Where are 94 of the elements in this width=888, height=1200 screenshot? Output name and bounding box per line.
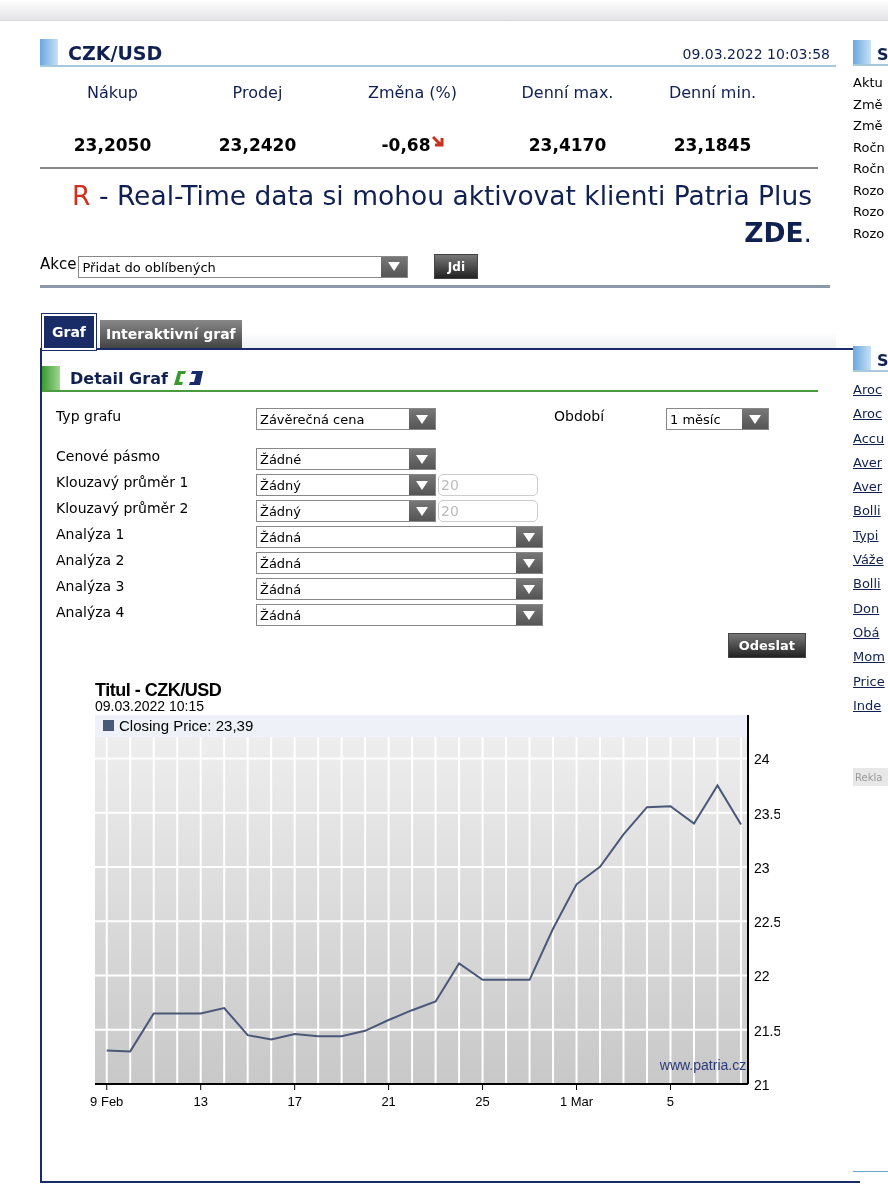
dropdown-arrow-icon	[749, 414, 761, 424]
side-row-label: Rozo	[853, 181, 886, 200]
section-marker	[853, 346, 871, 370]
dropdown-arrow-icon	[416, 454, 428, 464]
dropdown[interactable]: Žádná	[256, 604, 543, 626]
field-label: Analýza 1	[56, 526, 126, 542]
side-link[interactable]: Aver	[853, 450, 888, 476]
timestamp: 09.03.2022 10:03:58	[682, 46, 830, 62]
side-link[interactable]: Obá	[853, 620, 888, 646]
y-tick-label: 23	[754, 859, 770, 876]
dropdown[interactable]: Žádná	[256, 552, 543, 574]
realtime-notice: R - Real-Time data si mohou aktivovat klienti Patria Plus ZDE.	[71, 179, 812, 250]
chart-title: Titul - CZK/USD	[95, 680, 222, 700]
chart-logo-icon	[173, 370, 204, 386]
dropdown-arrow-icon	[523, 558, 535, 568]
chart-credit: www.patria.cz	[659, 1057, 747, 1073]
dropdown[interactable]: Závěrečná cena	[256, 408, 436, 430]
currency-pair-title: CZK/USD	[68, 42, 164, 64]
side-link[interactable]: Bolli	[853, 499, 888, 524]
tab[interactable]: Interaktivní graf	[99, 320, 242, 348]
side-link[interactable]: Typi	[853, 523, 888, 549]
section-marker	[42, 366, 60, 390]
y-tick-label: 22.5	[754, 914, 780, 931]
side-row-label: Změ	[853, 95, 884, 114]
field-label: Typ grafu	[56, 408, 123, 424]
side-link[interactable]: Mom	[853, 645, 888, 670]
field-label: Období	[554, 408, 606, 424]
dropdown[interactable]: Žádné	[256, 448, 436, 470]
x-tick-label: 9 Feb	[90, 1094, 124, 1109]
x-tick-label: 5	[666, 1094, 675, 1109]
x-tick-label: 13	[193, 1094, 208, 1109]
side-row-label: Aktu	[853, 74, 884, 92]
dropdown-arrow-icon	[416, 414, 428, 424]
side-link[interactable]: Don	[853, 596, 888, 621]
dropdown-arrow-icon	[523, 584, 535, 594]
rate-value: 23,2050	[73, 135, 152, 155]
dropdown-arrow-icon	[523, 610, 535, 620]
side-link[interactable]: Inde	[853, 693, 888, 719]
rate-value: 23,2420	[218, 135, 297, 155]
column-header: Denní min.	[667, 82, 758, 104]
submit-button[interactable]: Odeslat	[727, 633, 806, 658]
side-title: S	[877, 351, 888, 370]
dropdown-arrow-icon	[388, 262, 401, 271]
side-link[interactable]: Aver	[853, 475, 888, 500]
y-tick-label: 23.5	[754, 805, 780, 822]
column-header: Nákup	[86, 82, 139, 104]
x-tick-label: 25	[475, 1094, 490, 1109]
side-link[interactable]: Price	[853, 669, 888, 694]
section-marker	[853, 40, 871, 64]
chart-timestamp: 09.03.2022 10:15	[95, 698, 204, 714]
side-link[interactable]: Aroc	[853, 378, 888, 403]
side-row-label: Rozo	[853, 224, 886, 243]
here-link[interactable]: ZDE	[744, 217, 804, 248]
side-row-label: Ročn	[853, 160, 886, 178]
side-link[interactable]: Bolli	[853, 572, 888, 597]
dropdown[interactable]: Žádná	[256, 578, 543, 600]
dropdown[interactable]: 1 měsíc	[666, 408, 769, 430]
go-button[interactable]: Jdi	[434, 254, 479, 279]
field-label: Analýza 2	[56, 552, 126, 568]
x-tick-label: 1 Mar	[559, 1094, 594, 1109]
side-link[interactable]: Váže	[853, 548, 888, 573]
field-label: Klouzavý průměr 1	[56, 474, 190, 490]
rate-value: 23,4170	[528, 135, 607, 155]
action-select[interactable]: Přidat do oblíbených	[78, 255, 409, 278]
y-tick-label: 22	[754, 968, 770, 985]
field-label: Analýza 3	[56, 578, 126, 594]
field-label: Cenové pásmo	[56, 448, 162, 464]
x-tick-label: 17	[287, 1094, 302, 1109]
side-link[interactable]: Accu	[853, 426, 888, 451]
column-header: Prodej	[231, 82, 284, 104]
panel-title: Detail Graf	[70, 368, 168, 388]
side-link[interactable]: Aroc	[853, 402, 888, 427]
x-tick-label: 21	[381, 1094, 396, 1109]
y-tick-label: 21.5	[754, 1022, 780, 1039]
side-row-label: Rozo	[853, 203, 886, 221]
column-header: Změna (%)	[366, 82, 459, 104]
change-value: -0,68	[381, 135, 431, 155]
dropdown-arrow-icon	[523, 532, 535, 542]
side-title: S	[877, 45, 888, 64]
dropdown[interactable]: Žádná	[256, 526, 543, 548]
field-label: Klouzavý průměr 2	[56, 500, 190, 516]
side-row-label: Ročn	[853, 138, 886, 157]
y-tick-label: 24	[754, 751, 770, 768]
y-tick-label: 21	[754, 1077, 770, 1093]
field-label: Analýza 4	[56, 604, 126, 620]
dropdown-arrow-icon	[416, 506, 428, 516]
column-header: Denní max.	[520, 82, 615, 104]
legend: Closing Price: 23,39	[95, 715, 748, 737]
action-label: Akce	[40, 254, 77, 273]
side-row-label: Změ	[853, 117, 884, 135]
rate-value: 23,1845	[673, 135, 752, 155]
dropdown-arrow-icon	[416, 480, 428, 490]
section-marker	[40, 39, 58, 65]
ad-label: Rekla	[853, 768, 888, 787]
